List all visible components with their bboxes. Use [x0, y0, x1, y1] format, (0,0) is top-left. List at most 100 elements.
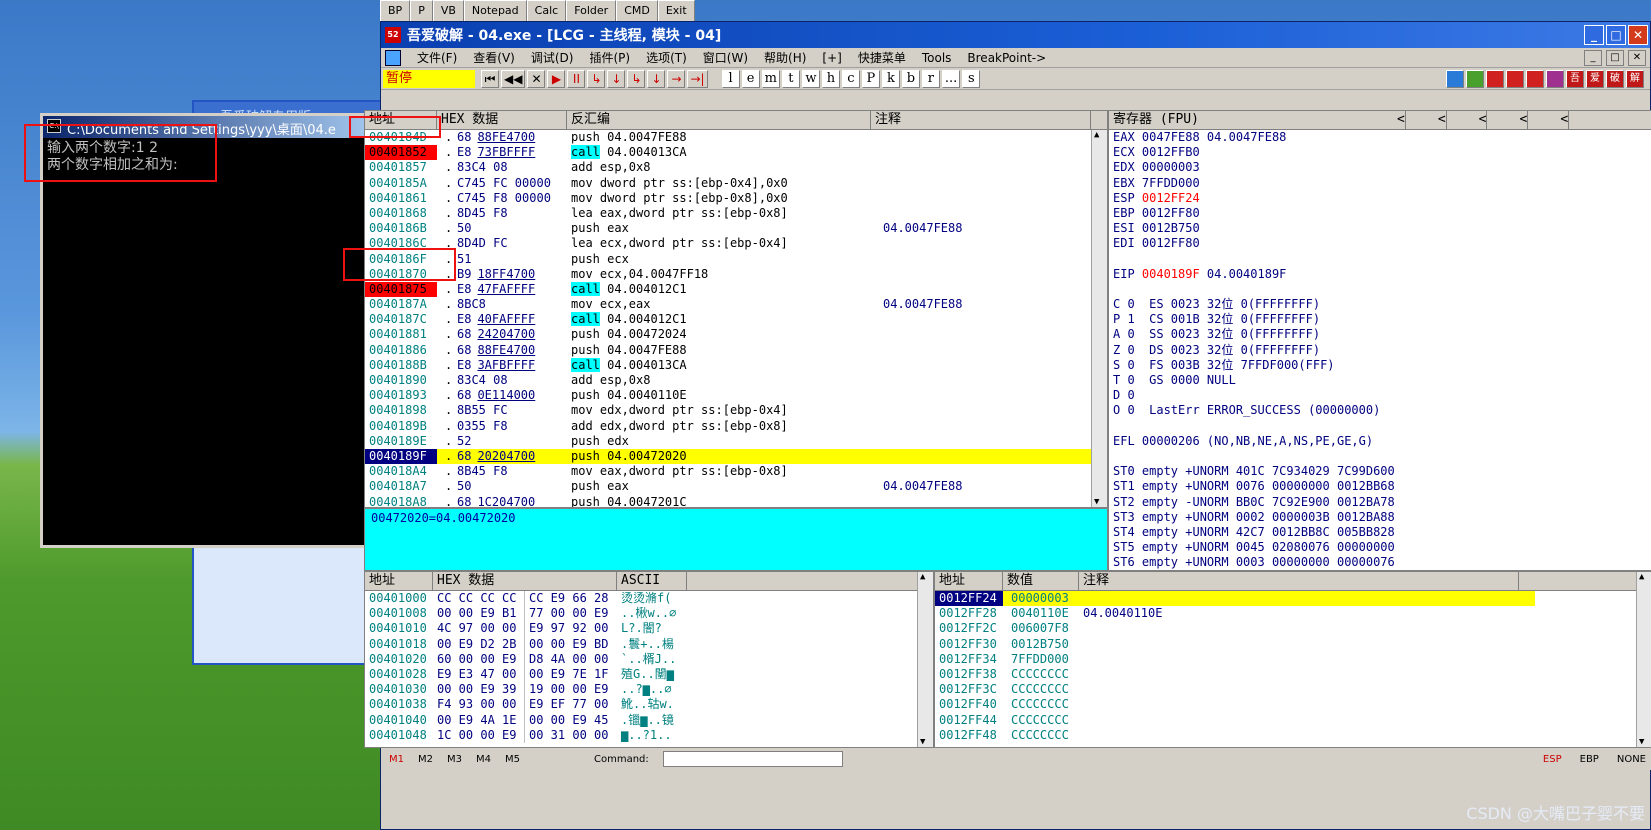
window-letter-button[interactable]: s: [962, 69, 981, 88]
menu-item[interactable]: 窗口(W): [703, 49, 748, 66]
menu-item[interactable]: 调试(D): [531, 49, 574, 66]
disasm-row[interactable]: 00401875. E8 47FAFFFF call 04.004012C1: [365, 281, 1107, 298]
disasm-row[interactable]: 0040187A. 8BC8 mov ecx,eax 04.0047FE88: [365, 297, 1107, 312]
debugger-window[interactable]: 52 吾爱破解 - 04.exe - [LCG - 主线程, 模块 - 04] …: [364, 21, 1651, 830]
register-line[interactable]: S 0 FS 003B 32位 7FFDF000(FFF): [1109, 358, 1651, 373]
register-line[interactable]: ST5 empty +UNORM 0045 02080076 00000000: [1109, 540, 1651, 555]
register-nav-arrow[interactable]: <: [1556, 111, 1570, 129]
disasm-row[interactable]: 004018A4. 8B45 F8 mov eax,dword ptr ss:[eb…: [365, 464, 1107, 479]
register-line[interactable]: [1109, 282, 1651, 297]
register-line[interactable]: ST0 empty +UNORM 401C 7C934029 7C99D600: [1109, 464, 1651, 479]
window-letter-button[interactable]: t: [781, 69, 800, 88]
menu-item[interactable]: 快捷菜单: [858, 49, 906, 66]
plugin-button-icon[interactable]: [1446, 69, 1464, 88]
stack-mode-flag[interactable]: EBP: [1580, 754, 1599, 765]
memory-tab[interactable]: M2: [418, 754, 433, 765]
window-letter-button[interactable]: e: [741, 69, 760, 88]
stack-row[interactable]: 0012FF44 CCCCCCCC: [935, 713, 1535, 728]
stack-row[interactable]: 0012FF48 CCCCCCCC: [935, 728, 1535, 743]
disasm-row[interactable]: 0040189B. 0355 F8 add edx,dword ptr ss:[eb…: [365, 419, 1107, 434]
window-letter-button[interactable]: w: [801, 69, 820, 88]
launcher-button[interactable]: VB: [432, 0, 464, 22]
dump-scrollbar[interactable]: [917, 572, 933, 747]
close-button[interactable]: ✕: [1628, 25, 1648, 45]
disasm-row[interactable]: 00401893. 68 0E114000 push 04.0040110E: [365, 388, 1107, 403]
debug-toolbar-button[interactable]: →|: [687, 69, 708, 88]
register-line[interactable]: [1109, 449, 1651, 464]
disasm-row[interactable]: 0040186B. 50 push eax 04.0047FE88: [365, 221, 1107, 236]
disasm-row[interactable]: 0040185A. C745 FC 00000 mov dword ptr ss:[…: [365, 176, 1107, 191]
register-line[interactable]: ESI 0012B750: [1109, 221, 1651, 236]
debug-toolbar-button[interactable]: ↳: [627, 69, 646, 88]
menu-item[interactable]: 选项(T): [646, 49, 687, 66]
register-line[interactable]: ST1 empty +UNORM 0076 00000000 0012BB68: [1109, 479, 1651, 494]
plugin-button[interactable]: 破: [1606, 69, 1624, 88]
plugin-button-icon[interactable]: [1526, 69, 1544, 88]
debug-toolbar-button[interactable]: ⏮: [481, 69, 499, 88]
register-line[interactable]: [1109, 419, 1651, 434]
dump-row[interactable]: 00401008 00 00 E9 B1 77 00 00 E9 ..楸w..∅: [365, 606, 933, 622]
stack-row[interactable]: 0012FF2C 006007F8: [935, 621, 1535, 636]
register-line[interactable]: ST4 empty +UNORM 42C7 0012BB8C 005BB828: [1109, 525, 1651, 540]
window-letter-button[interactable]: ...: [941, 69, 961, 88]
dump-row[interactable]: 00401030 00 00 E9 39 19 00 00 E9 ..?▆..∅: [365, 682, 933, 698]
window-letter-button[interactable]: m: [761, 69, 780, 88]
stack-pane[interactable]: 地址 数值 注释 0012FF24 00000003 0012FF28 0040110E 0…: [934, 571, 1651, 748]
memory-tab[interactable]: M4: [476, 754, 491, 765]
register-line[interactable]: ST3 empty +UNORM 0002 0000003B 0012BA88: [1109, 510, 1651, 525]
mdi-control-icon[interactable]: □: [1606, 49, 1624, 66]
command-input[interactable]: [662, 751, 843, 767]
app-titlebar[interactable]: 52 吾爱破解 - 04.exe - [LCG - 主线程, 模块 - 04] …: [381, 22, 1650, 48]
plugin-button[interactable]: 吾: [1566, 69, 1584, 88]
menu-item[interactable]: 插件(P): [589, 49, 630, 66]
register-line[interactable]: O 0 LastErr ERROR_SUCCESS (00000000): [1109, 403, 1651, 418]
register-line[interactable]: EDX 00000003: [1109, 160, 1651, 175]
disasm-row[interactable]: 0040184D. 68 88FE4700 push 04.0047FE88: [365, 130, 1107, 145]
disasm-row[interactable]: 0040186C. 8D4D FC lea ecx,dword ptr ss:[eb…: [365, 236, 1107, 251]
console-titlebar[interactable]: C:\ C:\Documents and Settings\yyy\桌面\04.…: [43, 116, 377, 138]
stack-scrollbar[interactable]: [1636, 572, 1651, 747]
debug-toolbar-button[interactable]: ◀◀: [501, 69, 526, 88]
plugin-button[interactable]: 爱: [1586, 69, 1604, 88]
dump-row[interactable]: 00401038 F4 93 00 00 E9 EF 77 00 魤..轱w.: [365, 697, 933, 713]
register-line[interactable]: T 0 GS 0000 NULL: [1109, 373, 1651, 388]
disassembly-pane[interactable]: 地址 HEX 数据 反汇编 注释 0040184D. 68 88FE4700 push 04…: [364, 110, 1108, 508]
disasm-row[interactable]: 00401898. 8B55 FC mov edx,dword ptr ss:[eb…: [365, 403, 1107, 418]
dump-row[interactable]: 00401048 1C 00 00 E9 00 31 00 00 ▆..?1..: [365, 727, 933, 743]
disasm-row[interactable]: 00401886. 68 88FE4700 push 04.0047FE88: [365, 343, 1107, 358]
stack-row[interactable]: 0012FF30 0012B750: [935, 637, 1535, 652]
dump-row[interactable]: 00401010 4C 97 00 00 E9 97 92 00 L?.闇?: [365, 621, 933, 637]
disasm-row[interactable]: 0040187C. E8 40FAFFFF call 04.004012C1: [365, 312, 1107, 327]
window-letter-button[interactable]: k: [881, 69, 900, 88]
register-nav-arrow[interactable]: <: [1393, 111, 1406, 129]
debug-toolbar-button[interactable]: ↓: [607, 69, 626, 88]
memory-dump-pane[interactable]: 地址 HEX 数据 ASCII 00401000 CC CC CC CC CC E9 6…: [364, 571, 934, 748]
debug-toolbar-button[interactable]: →: [667, 69, 686, 88]
console-window[interactable]: C:\ C:\Documents and Settings\yyy\桌面\04.…: [40, 113, 380, 548]
launcher-button[interactable]: Exit: [657, 0, 695, 22]
debug-toolbar-button[interactable]: ↓: [647, 69, 666, 88]
register-nav-arrow[interactable]: <: [1515, 111, 1529, 129]
plugin-button-icon[interactable]: [1466, 69, 1484, 88]
menu-item[interactable]: Tools: [922, 51, 952, 65]
window-letter-button[interactable]: b: [901, 69, 920, 88]
stack-row[interactable]: 0012FF40 CCCCCCCC: [935, 697, 1535, 712]
stack-row[interactable]: 0012FF38 CCCCCCCC: [935, 667, 1535, 682]
debug-toolbar-button[interactable]: ✕: [527, 69, 546, 88]
register-line[interactable]: EFL 00000206 (NO,NB,NE,A,NS,PE,GE,G): [1109, 434, 1651, 449]
register-line[interactable]: ECX 0012FFB0: [1109, 145, 1651, 160]
stack-mode-flag[interactable]: ESP: [1543, 754, 1562, 765]
plugin-button[interactable]: 解: [1626, 69, 1644, 88]
register-line[interactable]: C 0 ES 0023 32位 0(FFFFFFFF): [1109, 297, 1651, 312]
plugin-button-icon[interactable]: [1506, 69, 1524, 88]
stack-row[interactable]: 0012FF28 0040110E 04.0040110E: [935, 606, 1535, 621]
disasm-row[interactable]: 0040188B. E8 3AFBFFFF call 04.004013CA: [365, 357, 1107, 373]
disasm-row[interactable]: 0040189E. 52 push edx: [365, 434, 1107, 449]
menu-item[interactable]: 文件(F): [417, 49, 457, 66]
disasm-row[interactable]: 0040189F. 68 20204700 push 04.00472020: [365, 448, 1107, 465]
memory-tab[interactable]: M5: [505, 754, 520, 765]
registers-pane[interactable]: 寄存器 (FPU) < < < < < EAX 0047FE88 04.0047FE88…: [1108, 110, 1651, 571]
disasm-row[interactable]: 00401881. 68 24204700 push 04.00472024: [365, 327, 1107, 342]
disasm-row[interactable]: 00401868. 8D45 F8 lea eax,dword ptr ss:[eb…: [365, 206, 1107, 221]
debug-toolbar-button[interactable]: ↳: [587, 69, 606, 88]
